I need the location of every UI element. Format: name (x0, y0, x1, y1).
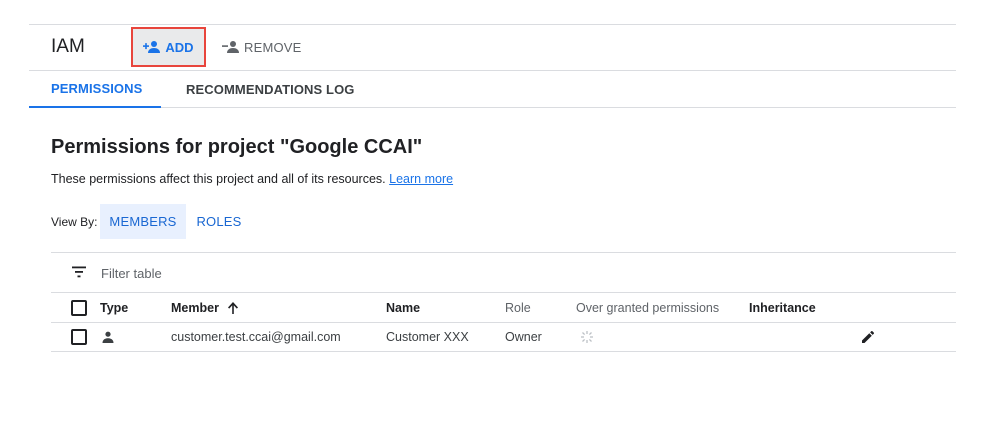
add-member-button[interactable]: ADD (131, 27, 206, 67)
page-header-title: IAM (51, 36, 85, 57)
column-header-role: Role (505, 300, 531, 315)
page-title: Permissions for project "Google CCAI" (51, 136, 423, 158)
filter-input[interactable] (101, 263, 401, 283)
sort-ascending-icon (227, 301, 239, 315)
select-all-cell (71, 293, 87, 322)
table-row: customer.test.ccai@gmail.com Customer XX… (51, 323, 956, 352)
row-over-granted-cell (579, 323, 595, 351)
person-add-icon (143, 40, 161, 54)
description-text: These permissions affect this project an… (51, 172, 386, 186)
learn-more-link[interactable]: Learn more (389, 172, 453, 186)
column-header-over-granted: Over granted permissions (576, 300, 720, 315)
column-header-inheritance[interactable]: Inheritance (749, 293, 816, 322)
row-name: Customer XXX (386, 330, 469, 344)
tab-permissions[interactable]: PERMISSIONS (29, 71, 161, 108)
row-role: Owner (505, 330, 542, 344)
select-all-checkbox[interactable] (71, 299, 87, 316)
tab-recommendations-log[interactable]: RECOMMENDATIONS LOG (186, 71, 355, 108)
person-remove-icon (222, 40, 240, 54)
column-header-name[interactable]: Name (386, 293, 420, 322)
add-button-label: ADD (165, 39, 194, 55)
tab-bar: PERMISSIONS RECOMMENDATIONS LOG (29, 71, 956, 108)
row-member: customer.test.ccai@gmail.com (171, 330, 341, 344)
view-by-roles-toggle[interactable]: ROLES (190, 204, 248, 239)
edit-icon[interactable] (861, 330, 875, 344)
row-type-cell (102, 323, 114, 351)
view-by-members-toggle[interactable]: MEMBERS (100, 204, 186, 239)
insights-icon (579, 330, 595, 344)
view-by-label: View By: (51, 215, 98, 229)
page-description: These permissions affect this project an… (51, 172, 453, 186)
iam-toolbar: IAM ADD REMOVE (29, 25, 956, 71)
column-header-type[interactable]: Type (100, 293, 128, 322)
column-header-member[interactable]: Member (171, 293, 239, 322)
column-header-member-label: Member (171, 300, 219, 315)
row-edit-cell (861, 323, 875, 351)
row-select-cell (71, 323, 87, 351)
filter-icon[interactable] (71, 266, 87, 278)
filter-bar (51, 252, 956, 293)
remove-member-button[interactable]: REMOVE (222, 36, 302, 58)
remove-button-label: REMOVE (244, 39, 302, 55)
person-icon (102, 331, 114, 343)
table-header-row: Type Member Name Role Over granted permi… (51, 293, 956, 323)
row-checkbox[interactable] (71, 329, 87, 345)
